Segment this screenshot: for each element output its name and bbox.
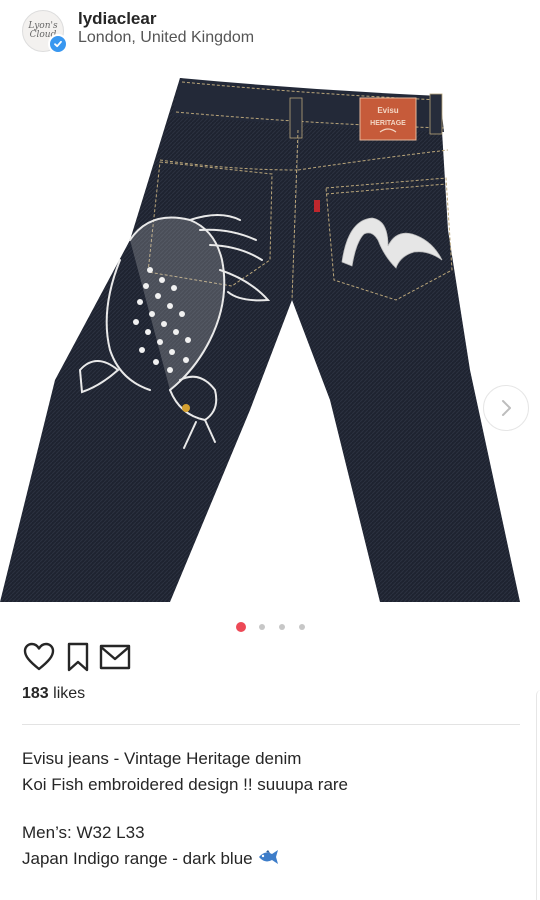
carousel-dot-active — [236, 622, 246, 632]
post-header: Lyon's Cloud lydiaclear London, United K… — [0, 0, 540, 70]
likes-suffix: likes — [48, 685, 86, 702]
carousel-dot — [259, 624, 265, 630]
label-brand: Evisu — [377, 106, 398, 115]
heart-icon[interactable] — [22, 640, 56, 674]
username[interactable]: lydiaclear — [78, 9, 156, 29]
carousel-dot — [279, 624, 285, 630]
divider — [22, 724, 520, 725]
carousel-next-button[interactable] — [483, 385, 529, 431]
location[interactable]: London, United Kingdom — [78, 29, 254, 47]
jeans-photo: Evisu HERITAGE — [0, 78, 520, 602]
envelope-icon[interactable] — [98, 640, 132, 674]
caption-line: Men’s: W32 L33 — [22, 823, 145, 842]
fish-icon — [257, 847, 279, 873]
caption-text: Japan Indigo range - dark blue — [22, 849, 253, 868]
bookmark-icon[interactable] — [64, 640, 92, 674]
panel-edge — [536, 690, 540, 900]
caption-line: Koi Fish embroidered design !! suuupa ra… — [22, 775, 349, 794]
carousel-indicator — [0, 621, 540, 633]
verified-badge-icon — [48, 34, 68, 54]
label-line: HERITAGE — [370, 120, 406, 127]
chevron-right-icon — [502, 400, 511, 416]
likes-count[interactable]: 183 likes — [22, 685, 85, 703]
caption-line: Evisu jeans - Vintage Heritage denim — [22, 749, 302, 768]
likes-number: 183 — [22, 685, 49, 702]
caption-line-with-emoji: Japan Indigo range - dark blue — [22, 846, 348, 872]
post-photo[interactable]: Evisu HERITAGE — [0, 70, 540, 602]
carousel-dot — [299, 624, 305, 630]
post-caption: Evisu jeans - Vintage Heritage denim Koi… — [22, 746, 348, 872]
